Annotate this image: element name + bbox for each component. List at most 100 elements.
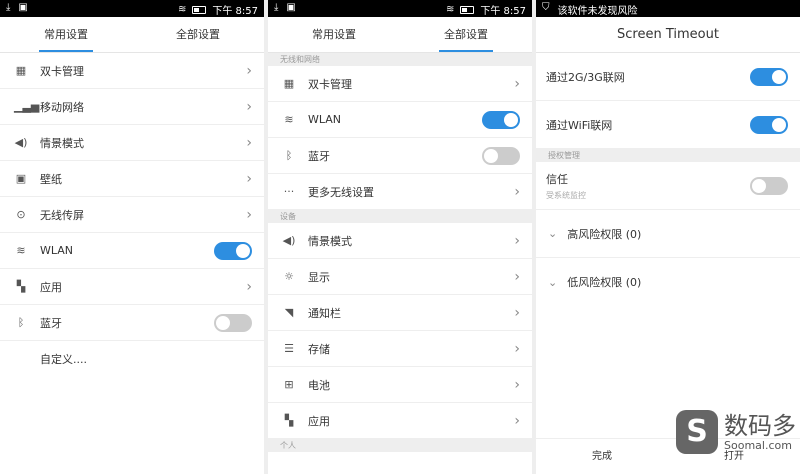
row-label: 情景模式 (308, 234, 352, 248)
image-icon: ▣ (15, 172, 27, 185)
sim-card-icon: ▦ (283, 77, 295, 90)
signal-icon: ▁▃▅ (14, 100, 40, 113)
row-customize[interactable]: 自定义.... (0, 341, 264, 377)
chevron-right-icon: › (246, 206, 252, 223)
row-apps[interactable]: ▚ 应用 › (268, 403, 532, 439)
row-label: 通知栏 (308, 306, 341, 320)
image-icon: ▣ (286, 2, 296, 13)
wifi-data-toggle[interactable] (750, 115, 788, 134)
tab-common[interactable]: 常用设置 (0, 17, 132, 52)
row-dual-sim[interactable]: ▦ 双卡管理 › (0, 53, 264, 89)
chevron-right-icon: › (514, 304, 520, 321)
section-header-wireless: 无线和网络 (268, 53, 532, 66)
common-settings-screen: ⤓ ▣ ≋ 下午 8:57 常用设置 全部设置 ▦ 双卡管理 › ▁▃▅ 移动网络 › ◀)… (0, 0, 264, 474)
chevron-right-icon: › (246, 170, 252, 187)
tab-all[interactable]: 全部设置 (132, 17, 264, 52)
row-battery[interactable]: ⊞ 电池 › (268, 367, 532, 403)
chevron-right-icon: › (514, 183, 520, 200)
bluetooth-toggle[interactable] (214, 313, 252, 332)
row-label: 低风险权限 (0) (567, 276, 642, 289)
row-label: 无线传屏 (40, 208, 84, 222)
row-label: 更多无线设置 (308, 185, 374, 199)
mobile-data-toggle[interactable] (750, 67, 788, 86)
row-wlan: ≋ WLAN (0, 233, 264, 269)
wifi-icon: ≋ (177, 4, 187, 15)
row-label: 情景模式 (40, 136, 84, 150)
clock: 下午 8:57 (480, 6, 526, 17)
row-label: 应用 (40, 280, 62, 294)
tab-bar: 常用设置 全部设置 (268, 17, 532, 53)
download-icon: ⤓ (274, 2, 279, 13)
row-dual-sim[interactable]: ▦ 双卡管理 › (268, 66, 532, 102)
chevron-right-icon: › (514, 376, 520, 393)
clock: 下午 8:57 (212, 6, 258, 17)
row-display[interactable]: ☼ 显示 › (268, 259, 532, 295)
row-trust: 信任 受系统监控 (536, 162, 800, 210)
section-header-permissions: 授权管理 (536, 149, 800, 162)
security-notice: 该软件未发现风险 (557, 6, 638, 17)
trust-toggle[interactable] (750, 176, 788, 195)
row-more-wireless[interactable]: ··· 更多无线设置 › (268, 174, 532, 210)
done-button[interactable]: 完成 (536, 439, 668, 474)
row-storage[interactable]: ☰ 存储 › (268, 331, 532, 367)
watermark-site: Soomal.com (724, 438, 792, 452)
more-icon: ··· (283, 185, 295, 198)
section-header-device: 设备 (268, 210, 532, 223)
soomal-logo: S (676, 410, 718, 454)
row-wifi-data: 通过WiFi联网 (536, 101, 800, 149)
row-label: 存储 (308, 342, 330, 356)
sim-card-icon: ▦ (15, 64, 27, 77)
tab-bar: 常用设置 全部设置 (0, 17, 264, 53)
status-bar: ⤓ ▣ ≋ 下午 8:57 (0, 0, 264, 17)
row-bluetooth: ᛒ 蓝牙 (268, 138, 532, 174)
apps-icon: ▚ (16, 280, 26, 293)
row-label: 通过2G/3G联网 (546, 70, 625, 84)
row-wlan: ≋ WLAN (268, 102, 532, 138)
status-bar: ⤓ ▣ ≋ 下午 8:57 (268, 0, 532, 17)
storage-icon: ☰ (284, 342, 294, 355)
row-label: 自定义.... (40, 353, 87, 366)
wlan-toggle[interactable] (214, 241, 252, 260)
row-label: 双卡管理 (308, 77, 352, 91)
row-label: 应用 (308, 414, 330, 428)
row-label: 蓝牙 (40, 316, 62, 330)
section-header-personal: 个人 (268, 439, 532, 452)
volume-icon: ◀) (282, 234, 296, 247)
notification-icon: ◥ (284, 306, 294, 319)
row-sound-profile[interactable]: ◀) 情景模式 › (0, 125, 264, 161)
row-label: WLAN (308, 113, 342, 126)
chevron-right-icon: › (514, 232, 520, 249)
row-label: WLAN (40, 244, 74, 257)
row-label: 移动网络 (40, 100, 84, 114)
battery-icon: ⊞ (284, 378, 294, 391)
chevron-right-icon: › (514, 412, 520, 429)
row-label: 显示 (308, 270, 330, 284)
tab-all[interactable]: 全部设置 (400, 17, 532, 52)
row-notification-bar[interactable]: ◥ 通知栏 › (268, 295, 532, 331)
wlan-toggle[interactable] (482, 110, 520, 129)
download-icon: ⤓ (6, 2, 11, 13)
chevron-right-icon: › (514, 340, 520, 357)
row-wallpaper[interactable]: ▣ 壁纸 › (0, 161, 264, 197)
row-label: 通过WiFi联网 (546, 118, 613, 132)
row-bluetooth: ᛒ 蓝牙 (0, 305, 264, 341)
chevron-right-icon: › (246, 62, 252, 79)
tab-common[interactable]: 常用设置 (268, 17, 400, 52)
row-sound-profile[interactable]: ◀) 情景模式 › (268, 223, 532, 259)
wifi-icon: ≋ (445, 4, 455, 15)
row-wireless-display[interactable]: ⊙ 无线传屏 › (0, 197, 264, 233)
battery-icon (460, 5, 475, 14)
row-mobile-data: 通过2G/3G联网 (536, 53, 800, 101)
battery-icon (192, 5, 207, 14)
row-mobile-network[interactable]: ▁▃▅ 移动网络 › (0, 89, 264, 125)
row-label: 信任 (546, 172, 568, 186)
cast-icon: ⊙ (16, 208, 26, 221)
row-low-risk[interactable]: ⌄ 低风险权限 (0) (536, 258, 800, 306)
app-permission-screen: ⛉ 该软件未发现风险 Screen Timeout 通过2G/3G联网 通过WiF… (536, 0, 800, 474)
row-label: 壁纸 (40, 172, 62, 186)
bluetooth-toggle[interactable] (482, 146, 520, 165)
row-high-risk[interactable]: ⌄ 高风险权限 (0) (536, 210, 800, 258)
row-apps[interactable]: ▚ 应用 › (0, 269, 264, 305)
shield-icon: ⛉ (542, 2, 550, 13)
all-settings-screen: ⤓ ▣ ≋ 下午 8:57 常用设置 全部设置 无线和网络 ▦ 双卡管理 › ≋ WLAN… (268, 0, 532, 474)
